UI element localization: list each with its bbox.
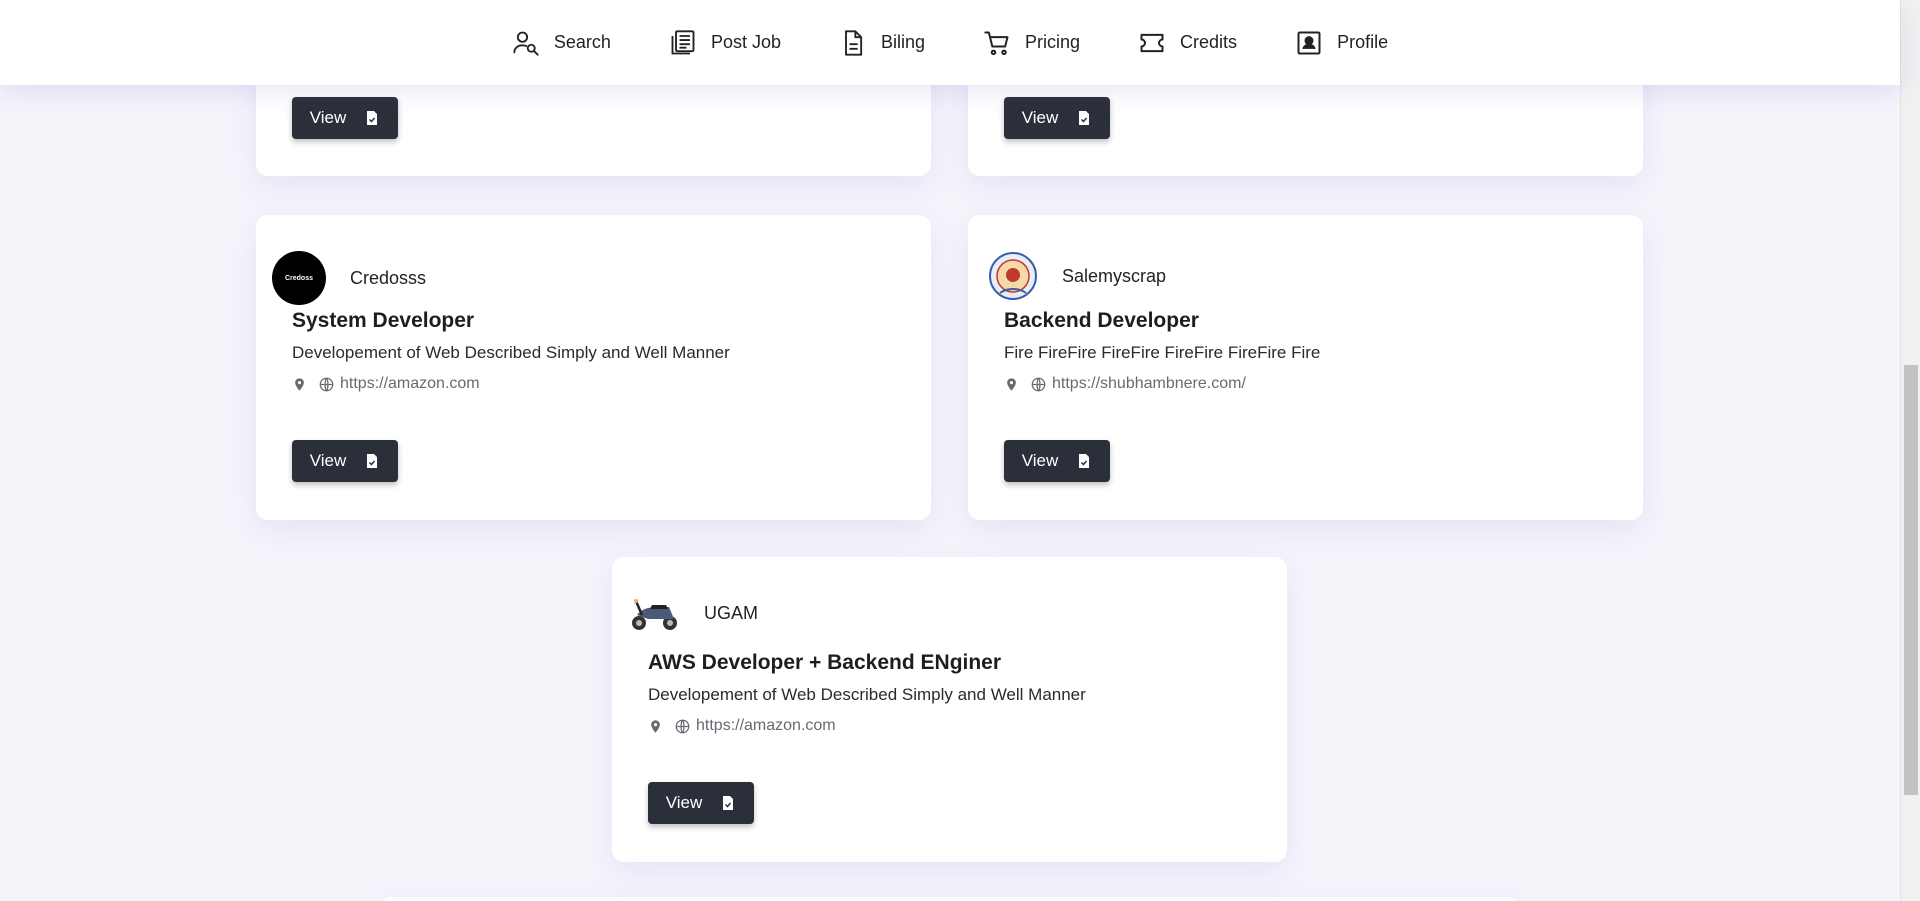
nav-item-label: Credits [1180,32,1238,52]
company-row: Salemyscrap [988,251,1166,301]
view-button[interactable]: View [1004,440,1110,482]
nav-item-post-job[interactable]: Post Job [640,0,810,85]
page-scrollbar[interactable] [1900,0,1920,901]
globe-icon [675,719,690,733]
job-description: Developement of Web Described Simply and… [292,343,730,362]
nav-item-label: Biling [880,32,926,52]
file-check-icon [723,796,734,810]
post-job-icon [671,29,695,54]
job-title: Backend Developer [1004,309,1199,332]
view-button[interactable]: View [292,440,398,482]
file-check-icon [1079,111,1090,125]
job-card [380,897,1520,901]
cart-icon [984,31,1009,55]
company-logo [988,251,1038,301]
location-pin-icon [295,377,304,391]
view-button[interactable]: View [1004,97,1110,139]
job-title: System Developer [292,309,475,332]
company-row: UGAM [628,593,758,633]
location-pin-icon [1007,377,1016,391]
company-name: Credosss [350,267,427,288]
nav-item-billing[interactable]: Biling [810,0,954,85]
globe-icon [319,377,334,391]
document-icon [845,29,863,56]
company-name: UGAM [704,602,758,623]
file-check-icon [367,111,378,125]
job-description: Fire FireFire FireFire FireFire FireFire… [1004,343,1321,362]
meta-row: https://shubhambnere.com/ [1004,375,1246,393]
scooter-logo-icon [632,599,677,630]
job-description: Developement of Web Described Simply and… [648,685,1086,704]
company-name: Salemyscrap [1062,265,1167,286]
website-link[interactable]: https://amazon.com [340,375,480,393]
view-button[interactable]: View [648,782,754,824]
nav-item-credits[interactable]: Credits [1109,0,1266,85]
nav-item-label: Post Job [710,32,781,52]
seal-logo-icon [989,252,1037,300]
scrollbar-thumb[interactable] [1904,365,1918,795]
job-card: UGAM AWS Developer + Backend ENginer Dev… [612,557,1287,862]
company-logo [628,593,680,633]
website-link[interactable]: https://amazon.com [696,717,836,735]
meta-row: https://amazon.com [648,717,836,735]
location-pin-icon [651,719,660,733]
nav-item-pricing[interactable]: Pricing [954,0,1109,85]
meta-row: https://amazon.com [292,375,480,393]
view-button[interactable]: View [292,97,398,139]
profile-icon [1297,31,1321,54]
nav-item-search[interactable]: Search [483,0,640,85]
nav-item-label: Search [553,32,611,52]
file-check-icon [1079,454,1090,468]
file-check-icon [367,454,378,468]
user-search-icon [513,31,539,56]
globe-icon [1031,377,1046,391]
nav-item-profile[interactable]: Profile [1266,0,1417,85]
website-link[interactable]: https://shubhambnere.com/ [1052,375,1246,393]
company-row: Credoss Credosss [272,251,426,305]
job-title: AWS Developer + Backend ENginer [648,651,1002,674]
top-nav: Search Post Job Biling Pricing Credits P… [0,0,1900,85]
company-logo: Credoss [272,251,326,305]
job-card: Credoss Credosss System Developer Develo… [256,215,931,520]
job-card: Salemyscrap Backend Developer Fire FireF… [968,215,1643,520]
nav-item-label: Pricing [1025,32,1081,52]
nav-item-label: Profile [1337,32,1389,52]
ticket-icon [1140,33,1164,52]
